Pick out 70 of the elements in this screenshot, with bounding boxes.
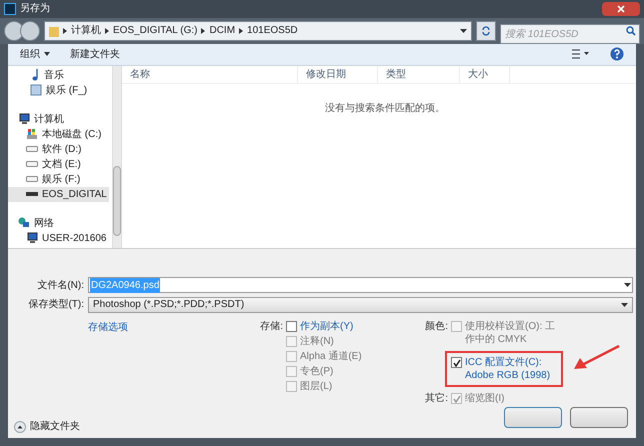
close-button[interactable] — [602, 2, 640, 16]
breadcrumb-item[interactable]: DCIM — [209, 23, 236, 38]
breadcrumb-item[interactable]: EOS_DIGITAL (G:) — [113, 23, 198, 38]
field-label: 文件名(N): — [36, 278, 85, 293]
empty-message: 没有与搜索条件匹配的项。 — [325, 102, 445, 116]
group-label: 颜色: — [424, 320, 448, 334]
network-icon — [18, 217, 30, 229]
collapse-icon — [14, 420, 26, 433]
card-drive-icon — [26, 191, 38, 197]
drive-icon — [26, 175, 38, 183]
help-icon[interactable] — [610, 47, 624, 62]
chevron-icon — [239, 28, 244, 34]
sidebar-item[interactable]: 软件 (D:) — [8, 142, 84, 156]
computer-icon — [18, 113, 30, 125]
drive-icon — [26, 145, 38, 153]
chevron-icon — [201, 28, 206, 34]
dropdown-icon[interactable] — [460, 28, 467, 33]
sidebar-item[interactable]: 音乐 — [8, 68, 66, 82]
column-header[interactable]: 类型 — [378, 66, 460, 82]
refresh-icon — [481, 26, 491, 36]
sidebar-item[interactable]: 文档 (E:) — [8, 156, 83, 172]
sidebar-item[interactable]: 本地磁盘 (C:) — [8, 126, 104, 142]
column-header[interactable]: 修改日期 — [298, 66, 378, 82]
view-options-icon[interactable] — [572, 49, 590, 60]
breadcrumb-item[interactable]: 计算机 — [71, 23, 101, 38]
window-title: 另存为 — [20, 2, 50, 16]
option-checkbox[interactable]: ICC 配置文件(C): Adobe RGB (1998) — [451, 356, 557, 382]
organize-menu[interactable]: 组织 — [20, 46, 50, 62]
checkmark-icon — [452, 358, 460, 367]
scrollbar[interactable] — [112, 66, 122, 248]
toolbar-button[interactable]: 新建文件夹 — [70, 46, 120, 62]
breadcrumb-item[interactable]: 101EOS5D — [247, 23, 298, 38]
group-label: 其它: — [424, 392, 448, 406]
checkmark-icon — [452, 394, 460, 403]
option-checkbox[interactable]: 作为副本(Y) — [286, 320, 354, 334]
music-note-icon — [30, 69, 40, 81]
sidebar-item[interactable]: 网络 — [8, 216, 56, 230]
save-options-link[interactable]: 存储选项 — [88, 322, 128, 334]
forward-button[interactable] — [20, 20, 40, 41]
hide-folders-button[interactable]: 隐藏文件夹 — [14, 419, 80, 434]
refresh-button[interactable] — [476, 20, 496, 41]
back-button[interactable] — [4, 20, 24, 41]
sidebar-item[interactable]: 娱乐 (F_) — [8, 82, 90, 98]
annotation-arrow — [574, 345, 620, 372]
file-type-dropdown[interactable]: Photoshop (*.PSD;*.PDD;*.PSDT) — [88, 296, 633, 313]
sidebar-item[interactable]: 计算机 — [8, 112, 66, 126]
search-field[interactable]: 搜索 101EOS5D — [500, 24, 640, 44]
folder-icon — [49, 24, 59, 37]
column-header[interactable]: 大小 — [460, 66, 510, 82]
sidebar-item[interactable]: 娱乐 (F:) — [8, 172, 82, 186]
dialog-button[interactable] — [570, 407, 628, 428]
computer-icon — [26, 232, 38, 244]
dropdown-icon — [621, 302, 628, 307]
default-button[interactable] — [504, 407, 562, 428]
column-header[interactable]: 名称 — [122, 66, 298, 82]
sidebar-item[interactable]: EOS_DIGITAL — [8, 186, 109, 202]
chevron-icon — [105, 28, 109, 34]
group-label: 存储: — [259, 320, 283, 334]
dropdown-icon — [624, 283, 631, 288]
close-icon — [617, 4, 625, 13]
drive-icon — [26, 128, 38, 140]
library-icon — [30, 84, 42, 96]
app-icon — [4, 2, 16, 15]
drive-icon — [26, 160, 38, 168]
search-icon — [626, 26, 636, 36]
field-label: 保存类型(T): — [27, 298, 85, 312]
caret-icon — [44, 52, 50, 56]
chevron-icon — [63, 28, 67, 34]
address-bar[interactable]: 计算机 EOS_DIGITAL (G:) DCIM 101EOS5D — [44, 20, 472, 41]
sidebar-item[interactable]: USER-201606 — [8, 230, 108, 246]
